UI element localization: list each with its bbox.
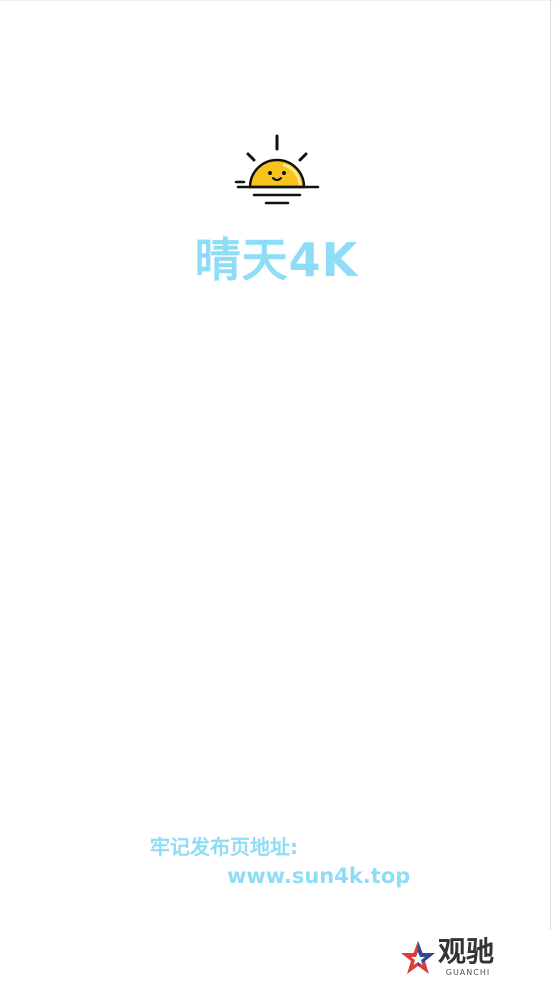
top-divider	[0, 0, 553, 1]
sun-face-icon	[234, 134, 320, 205]
watermark-name-cn: 观驰	[438, 935, 495, 968]
publish-page-url[interactable]: www.sun4k.top	[227, 864, 410, 888]
right-edge-divider	[550, 0, 551, 930]
watermark-name-en: GUANCHI	[445, 968, 491, 977]
splash-screen: 晴天4K 牢记发布页地址: www.sun4k.top 观驰 GUANCHI	[0, 0, 553, 983]
publish-page-notice: 牢记发布页地址:	[150, 835, 298, 859]
app-title: 晴天4K	[194, 233, 359, 287]
watermark-logo: 观驰 GUANCHI	[398, 936, 510, 980]
